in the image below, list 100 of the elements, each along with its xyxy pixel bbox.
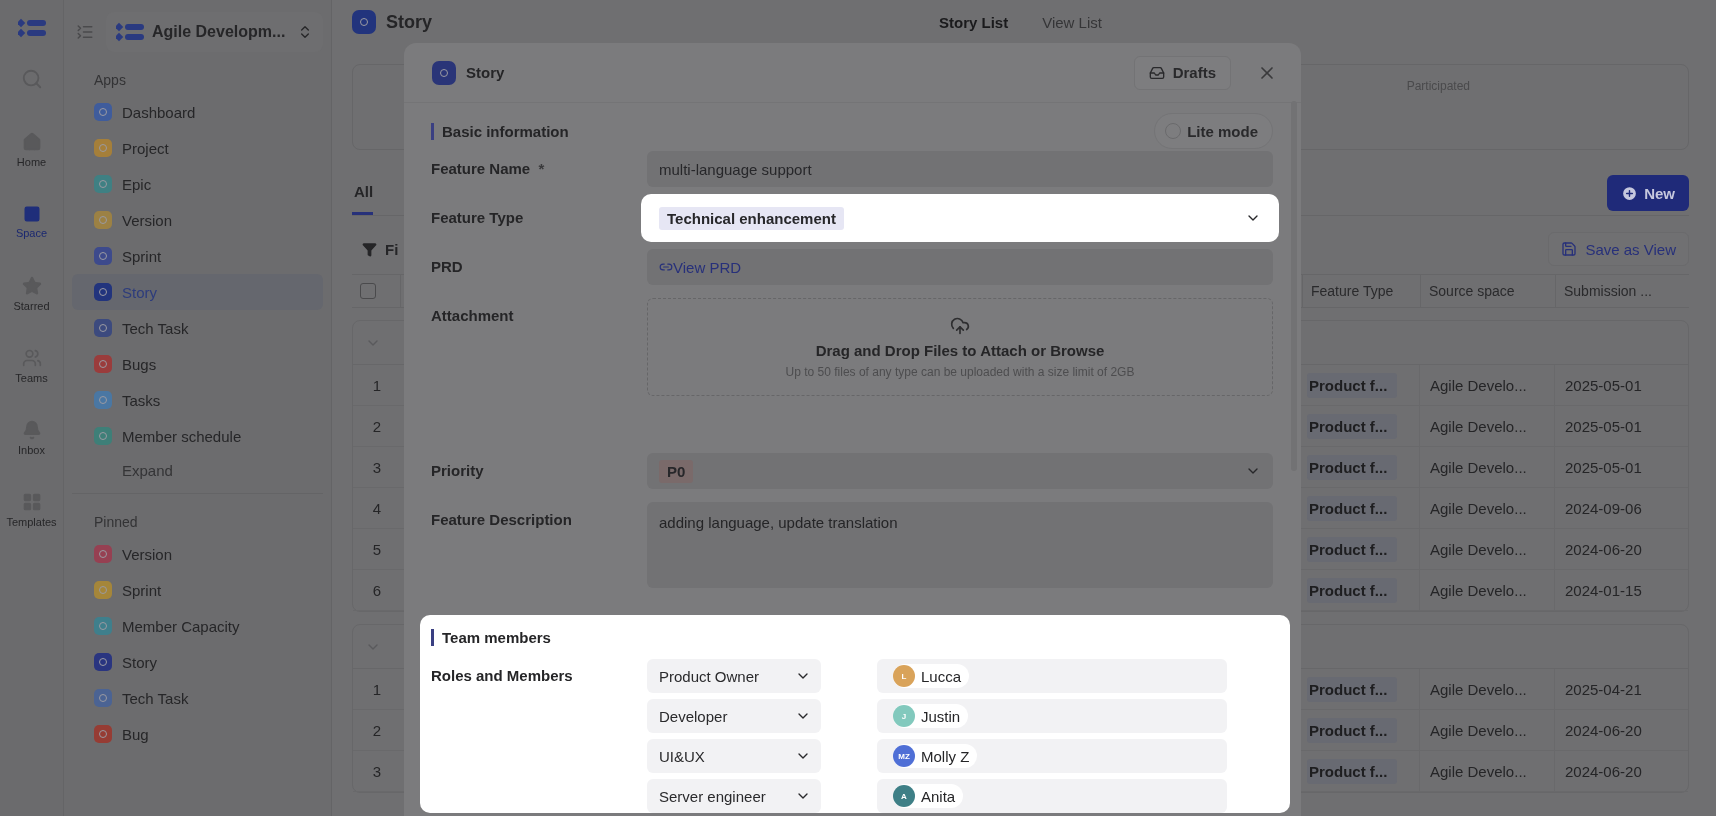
table-cell: Agile Develo... (1430, 540, 1527, 558)
view-tab[interactable]: Story List (939, 13, 1009, 31)
table-cell: 2024-01-15 (1565, 581, 1642, 599)
dropzone-title: Drag and Drop Files to Attach or Browse (815, 341, 1105, 359)
role-select[interactable]: Product Owner (647, 659, 821, 693)
expand-link[interactable]: Expand (72, 454, 323, 494)
sidebar-item[interactable]: Story (72, 274, 323, 310)
column-header[interactable]: Feature Type (1302, 274, 1420, 308)
link-icon (659, 260, 673, 274)
table-cell: 2025-04-21 (1565, 680, 1642, 698)
row-number: 3 (372, 458, 382, 476)
rail-button[interactable]: Templates (1, 474, 62, 546)
sidebar-item[interactable]: Version (72, 202, 323, 238)
save-view-button[interactable]: Save as View (1548, 232, 1689, 266)
sidebar-item[interactable]: Member Capacity (72, 608, 323, 644)
field-label: Feature Description (431, 510, 573, 528)
table-cell: 2025-05-01 (1565, 417, 1642, 435)
filter-tab[interactable]: All (352, 183, 374, 215)
field-label: Priority (431, 461, 485, 479)
table-cell: Agile Develo... (1430, 581, 1527, 599)
sidebar-item[interactable]: Tech Task (72, 310, 323, 346)
workspace-icon (116, 22, 144, 42)
sidebar-item[interactable]: Tech Task (72, 680, 323, 716)
field-label: PRD (431, 257, 464, 275)
sidebar-item[interactable]: Epic (72, 166, 323, 202)
table-cell: 2024-06-20 (1565, 762, 1642, 780)
table-cell: 2025-05-01 (1565, 376, 1642, 394)
story-icon (432, 60, 456, 85)
field-label: Roles and Members (431, 666, 574, 686)
row-number: 2 (372, 721, 382, 739)
sidebar-item[interactable]: Member schedule (72, 418, 323, 454)
option-tag: Technical enhancement (659, 206, 844, 230)
sidebar-item[interactable]: Bugs (72, 346, 323, 382)
rail-button[interactable]: Starred (1, 258, 62, 330)
drafts-button[interactable]: Drafts (1133, 55, 1231, 90)
member-field[interactable]: L Lucca (877, 659, 1227, 693)
member-chip: MZ Molly Z (893, 744, 978, 768)
role-select[interactable]: UI&UX (647, 739, 821, 773)
row-number: 2 (372, 417, 382, 435)
sidebar-item[interactable]: Sprint (72, 238, 323, 274)
save-icon (1561, 241, 1578, 257)
filter-button[interactable]: Fi (352, 240, 399, 258)
member-chip: L Lucca (893, 664, 970, 688)
section-label: Apps (93, 71, 127, 90)
sidebar-item[interactable]: Bug (72, 716, 323, 752)
sidebar-item[interactable]: Dashboard (72, 94, 323, 130)
rail-button[interactable]: Teams (1, 330, 62, 402)
space-icon (22, 205, 41, 223)
sidebar-item[interactable]: Version (72, 536, 323, 572)
row-number: 1 (372, 376, 382, 394)
member-chip: J Justin (893, 704, 969, 728)
tray-icon (1148, 64, 1165, 81)
type-tag: Product f... (1307, 577, 1398, 603)
type-tag: Product f... (1307, 676, 1398, 702)
sidebar-item[interactable]: Sprint (72, 572, 323, 608)
cloud-upload-icon (950, 315, 970, 336)
story-icon (352, 10, 376, 34)
page-title: Story (386, 11, 432, 33)
member-field[interactable]: J Justin (877, 699, 1227, 733)
field-label: Feature Name * (431, 159, 546, 177)
row-number: 6 (372, 581, 382, 599)
avatar: L (893, 665, 915, 687)
column-header[interactable]: Source space (1420, 274, 1555, 308)
field-label: Feature Type (431, 208, 525, 226)
sidebar-item[interactable]: Story (72, 644, 323, 680)
prd-link[interactable]: View PRD (673, 258, 742, 276)
table-cell: Agile Develo... (1430, 417, 1527, 435)
collapse-icon[interactable] (76, 23, 94, 41)
type-tag: Product f... (1307, 495, 1398, 521)
plus-icon (1621, 184, 1639, 202)
select-field[interactable]: Technical enhancement (641, 194, 1279, 242)
description-field[interactable]: adding language, update translation (647, 502, 1273, 588)
row-number: 1 (372, 680, 382, 698)
member-field[interactable]: A Anita (877, 779, 1227, 813)
rail-button[interactable]: Space (1, 186, 62, 258)
column-header[interactable]: Submission ... (1555, 274, 1689, 308)
text-field[interactable]: multi-language support (647, 151, 1273, 187)
section-title: Basic information (431, 122, 569, 140)
select-all-checkbox[interactable] (360, 283, 376, 299)
sidebar-item[interactable]: Project (72, 130, 323, 166)
lite-mode-toggle[interactable]: Lite mode (1154, 113, 1273, 149)
avatar: A (893, 785, 915, 807)
sidebar-item[interactable]: Tasks (72, 382, 323, 418)
rail-button[interactable]: Inbox (1, 402, 62, 474)
role-select[interactable]: Server engineer (647, 779, 821, 813)
view-tab[interactable]: View List (1042, 13, 1102, 31)
select-field[interactable]: P0 (647, 453, 1273, 489)
role-select[interactable]: Developer (647, 699, 821, 733)
rail-button[interactable]: Home (1, 114, 62, 186)
section-title: Team members (431, 629, 551, 646)
table-cell: Agile Develo... (1430, 721, 1527, 739)
table-cell: Agile Develo... (1430, 376, 1527, 394)
type-tag: Product f... (1307, 454, 1398, 480)
member-field[interactable]: MZ Molly Z (877, 739, 1227, 773)
app-logo (17, 18, 46, 38)
row-number: 4 (372, 499, 382, 517)
section-label: Pinned (93, 513, 139, 532)
new-button[interactable]: New (1607, 175, 1689, 211)
table-cell: Agile Develo... (1430, 762, 1527, 780)
row-number: 5 (372, 540, 382, 558)
